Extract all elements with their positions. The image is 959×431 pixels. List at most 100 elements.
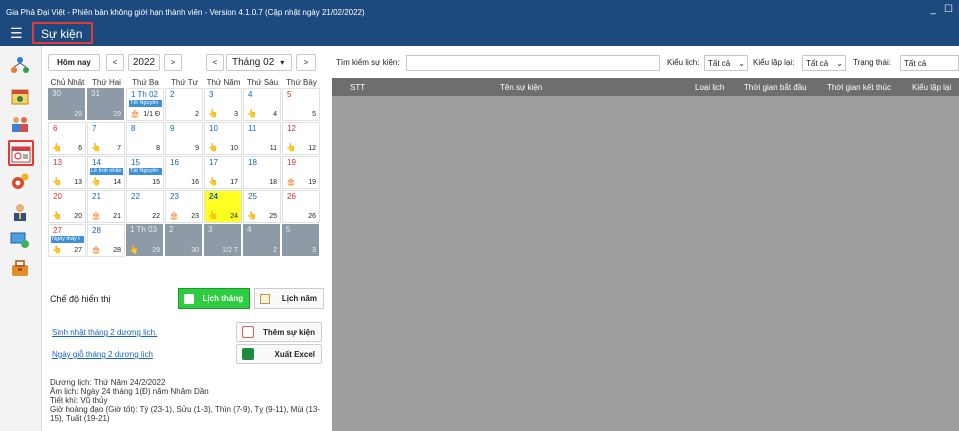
bag-icon[interactable] — [8, 256, 32, 280]
calendar-day-cell[interactable]: 11 11 — [243, 122, 281, 155]
calendar-day-cell[interactable]: 16 16 — [165, 156, 203, 189]
lunar-day-number: 21 — [113, 213, 121, 220]
column-repeat-type[interactable]: Kiểu lặp lại — [912, 83, 951, 92]
calendar-day-cell[interactable]: 42 — [243, 224, 281, 257]
calendar-day-cell[interactable]: 31 29 — [87, 88, 125, 121]
calendar-day-cell[interactable]: 55 — [282, 88, 320, 121]
calendar-day-cell[interactable]: 2 30 — [165, 224, 203, 257]
export-excel-button[interactable]: Xuất Excel — [236, 344, 322, 364]
column-calendar-type[interactable]: Loại lịch — [695, 83, 724, 92]
calendar-day-cell[interactable]: 26 26 — [282, 190, 320, 223]
lunar-day-number: 22 — [152, 213, 160, 220]
repeat-select[interactable]: Tất cả ⌄ — [802, 55, 846, 71]
settings-icon[interactable] — [8, 170, 32, 194]
event-tag[interactable]: Ngày thầy t — [51, 236, 84, 243]
user-icon[interactable] — [8, 200, 32, 224]
chevron-down-icon: ▾ — [280, 58, 285, 67]
lunar-day-number: 24 — [230, 213, 238, 220]
calendar-day-cell[interactable]: 12 👆 12 — [282, 122, 320, 155]
calendar-day-cell[interactable]: 25 👆 25 — [243, 190, 281, 223]
solar-day-number: 11 — [248, 124, 257, 133]
solar-day-number: 6 — [53, 124, 58, 133]
birthday-link[interactable]: Sinh nhật tháng 2 dương lịch. — [52, 328, 157, 337]
repeat-label: Kiểu lặp lại: — [753, 58, 795, 67]
year-view-button[interactable]: Lịch năm — [254, 288, 324, 309]
calendar-day-cell[interactable]: 24 👆 24 — [204, 190, 242, 223]
solar-day-number: 27 — [53, 226, 62, 235]
birthday-cake-icon: 🎂 — [91, 245, 101, 254]
calendar-day-cell[interactable]: 19 🎂 19 — [282, 156, 320, 189]
family-tree-icon[interactable] — [8, 54, 32, 78]
status-value: Tất cả — [904, 59, 927, 68]
calendar-day-cell[interactable]: 6 👆 6 — [48, 122, 86, 155]
calendar-day-cell[interactable]: 7 👆 7 — [87, 122, 125, 155]
birthday-cake-icon: 🎂 — [130, 109, 140, 118]
month-value: Tháng 02 — [232, 57, 275, 68]
status-select[interactable]: Tất cả — [900, 55, 959, 71]
solar-day-number: 7 — [92, 124, 97, 133]
column-stt[interactable]: STT — [350, 83, 365, 92]
calendar-day-cell[interactable]: 4 👆 4 — [243, 88, 281, 121]
lunar-day-number: 17 — [230, 179, 238, 186]
calendar-day-cell[interactable]: 15 Tết Nguyên 15 — [126, 156, 164, 189]
calendar-day-cell[interactable]: 30 29 — [48, 88, 86, 121]
lunar-day-number: 14 — [113, 179, 121, 186]
calendar-day-cell[interactable]: 28 🎂 28 — [87, 224, 125, 257]
calendar-day-cell[interactable]: 20 👆 20 — [48, 190, 86, 223]
add-event-button[interactable]: Thêm sự kiện — [236, 322, 322, 342]
search-input[interactable] — [406, 55, 660, 71]
monitor-icon[interactable] — [8, 228, 32, 252]
page-title: Sự kiện — [41, 27, 83, 41]
prev-year-button[interactable]: < — [106, 54, 124, 71]
event-tag[interactable]: Lễ tình nhân — [90, 168, 123, 175]
next-year-button[interactable]: > — [164, 54, 182, 71]
calendar-day-cell[interactable]: 10 👆 10 — [204, 122, 242, 155]
calendar-day-cell[interactable]: 88 — [126, 122, 164, 155]
calendar-day-cell[interactable]: 21 🎂 21 — [87, 190, 125, 223]
birthday-cake-icon: 🎂 — [286, 177, 296, 186]
calendar-type-select[interactable]: Tất cả ⌄ — [704, 55, 748, 71]
calendar-day-cell[interactable]: 1 Th 03 👆 29 — [126, 224, 164, 257]
solar-day-number: 23 — [170, 192, 179, 201]
calendar-icon[interactable] — [8, 84, 32, 108]
today-button[interactable]: Hôm nay — [48, 54, 100, 71]
event-tag[interactable]: Tết Nguyên — [129, 168, 162, 175]
calendar-day-cell[interactable]: 3 👆 3 — [204, 88, 242, 121]
calendar-day-cell[interactable]: 1 Th 02 Tết Nguyên 🎂 1/1 Đ — [126, 88, 164, 121]
solar-day-number: 8 — [131, 124, 136, 133]
next-month-button[interactable]: > — [296, 54, 316, 71]
calendar-day-cell[interactable]: 53 — [282, 224, 320, 257]
maximize-button[interactable]: ☐ — [944, 4, 953, 15]
solar-day-number: 5 — [287, 90, 292, 99]
month-view-button[interactable]: Lịch tháng — [178, 288, 250, 309]
calendar-day-cell[interactable]: 3 1/2 T — [204, 224, 242, 257]
year-input[interactable]: 2022 — [128, 54, 160, 71]
column-start-time[interactable]: Thời gian bắt đầu — [744, 83, 807, 92]
month-select[interactable]: Tháng 02 ▾ — [226, 54, 292, 71]
calendar-day-cell[interactable]: 18 18 — [243, 156, 281, 189]
calendar-day-cell[interactable]: 22 — [165, 88, 203, 121]
day-info: Dương lịch: Thứ Năm 24/2/2022 Âm lịch: N… — [50, 378, 322, 423]
calendar-day-cell[interactable]: 22 22 — [126, 190, 164, 223]
calendar-day-cell[interactable]: 13 👆 13 — [48, 156, 86, 189]
solar-day-number: 5 — [286, 225, 291, 234]
calendar-day-cell[interactable]: 27 Ngày thầy t 👆 27 — [48, 224, 86, 257]
month-view-label: Lịch tháng — [202, 294, 243, 303]
lunar-day-number: 28 — [113, 247, 121, 254]
lunar-day-number: 12 — [308, 145, 316, 152]
event-tag[interactable]: Tết Nguyên — [129, 100, 162, 107]
calendar-day-cell[interactable]: 99 — [165, 122, 203, 155]
calendar-day-cell[interactable]: 23 🎂 23 — [165, 190, 203, 223]
anniversary-hand-icon: 👆 — [91, 177, 101, 186]
people-icon[interactable] — [8, 112, 32, 136]
calendar-day-cell[interactable]: 14 Lễ tình nhân 👆 14 — [87, 156, 125, 189]
anniversary-link[interactable]: Ngày giỗ tháng 2 dương lịch — [52, 350, 153, 359]
prev-month-button[interactable]: < — [206, 54, 224, 71]
lunar-day-number: 23 — [191, 213, 199, 220]
column-end-time[interactable]: Thời gian kết thúc — [827, 83, 891, 92]
column-event-name[interactable]: Tên sự kiện — [500, 83, 542, 92]
minimize-button[interactable]: _ — [930, 4, 936, 15]
hamburger-menu-icon[interactable]: ☰ — [10, 26, 23, 40]
calendar-day-cell[interactable]: 17 👆 17 — [204, 156, 242, 189]
event-calendar-icon[interactable] — [9, 142, 33, 166]
